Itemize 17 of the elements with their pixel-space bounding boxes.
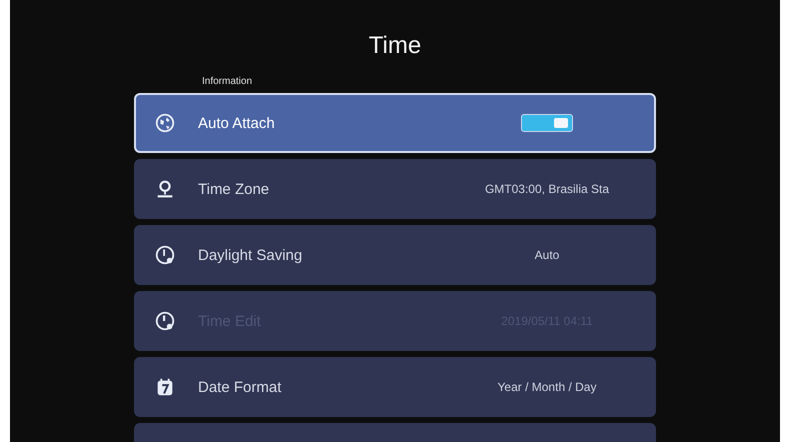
setting-value: Auto: [534, 248, 560, 262]
setting-label: Time Zone: [198, 180, 270, 198]
settings-row[interactable]: Auto Attach: [134, 93, 656, 153]
page-title: Time: [368, 32, 422, 60]
settings-row[interactable]: Date Format Year / Month / Day: [134, 357, 656, 417]
settings-row[interactable]: Daylight Saving Auto: [134, 225, 656, 285]
clock-icon: [154, 310, 176, 332]
section-label: Information: [202, 76, 252, 87]
setting-label: Daylight Saving: [198, 246, 304, 264]
globe-icon: [154, 112, 176, 134]
settings-row[interactable]: Time Zone GMT03:00, Brasilia Sta: [134, 159, 656, 219]
clock-icon: [154, 244, 176, 266]
setting-value: Year / Month / Day: [496, 380, 598, 394]
setting-label: Auto Attach: [198, 114, 276, 132]
setting-label: Date Format: [198, 378, 282, 396]
toggle-switch[interactable]: [521, 114, 573, 132]
setting-value: GMT03:00, Brasilia Sta: [484, 182, 610, 196]
